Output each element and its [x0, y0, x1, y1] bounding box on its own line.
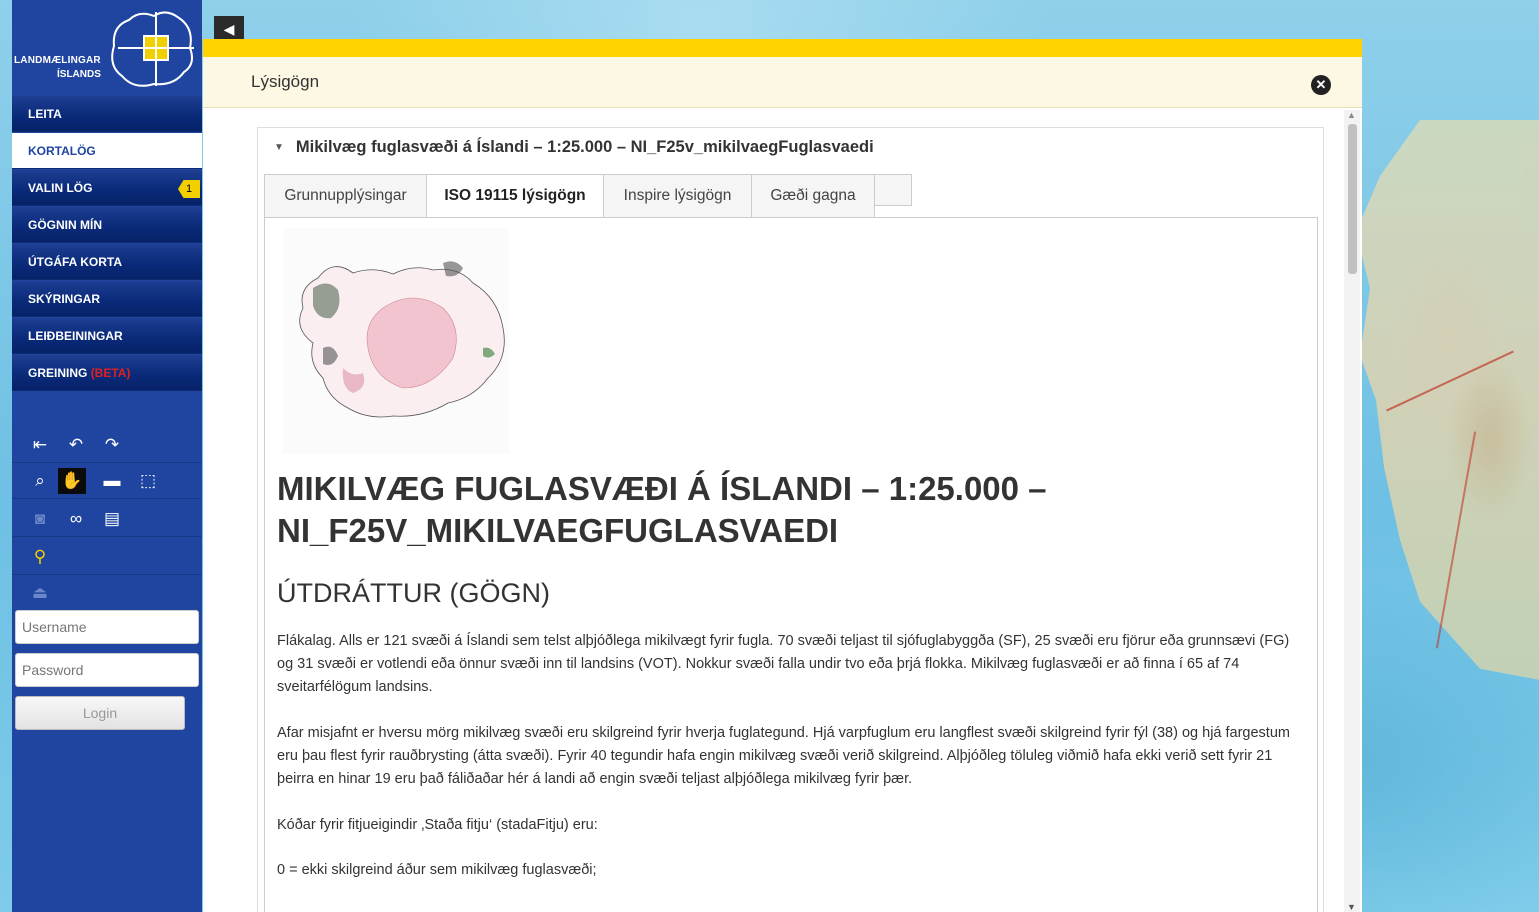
- nav-item-valin-log[interactable]: VALIN LÖG 1: [12, 170, 202, 206]
- scroll-up-icon[interactable]: ▲: [1347, 110, 1356, 120]
- measure-icon[interactable]: ▬: [98, 468, 126, 494]
- tool-row: ⏏: [12, 576, 202, 610]
- undo-icon[interactable]: ↶: [62, 432, 90, 458]
- nav-label: GREINING: [28, 366, 88, 380]
- location-arrow-icon[interactable]: ⚲: [26, 544, 54, 570]
- panel-heading-text: Mikilvæg fuglasvæði á Íslandi – 1:25.000…: [295, 138, 874, 156]
- zoom-extent-icon[interactable]: ⇤: [26, 432, 54, 458]
- abstract-paragraph: Kóðar fyrir fitjueigindir ‚Staða fitju‘ …: [277, 817, 598, 833]
- username-input[interactable]: [15, 610, 199, 644]
- caret-down-icon[interactable]: ▼: [274, 142, 284, 153]
- password-input[interactable]: [15, 653, 199, 687]
- count-badge: 1: [178, 180, 200, 198]
- panel-heading[interactable]: ▼ Mikilvæg fuglasvæði á Íslandi – 1:25.00…: [274, 138, 874, 157]
- scroll-down-icon[interactable]: ▼: [1347, 902, 1356, 912]
- tab-content: MIKILVÆG FUGLASVÆÐI Á ÍSLANDI – 1:25.000…: [264, 217, 1318, 912]
- redo-icon[interactable]: ↷: [98, 432, 126, 458]
- nav-label: LEIÐBEININGAR: [28, 329, 123, 343]
- select-box-icon[interactable]: ⬚: [134, 468, 162, 494]
- sidebar: LANDMÆLINGAR ÍSLANDS LEITA KORTALÖG VALI…: [12, 0, 202, 912]
- tool-row: ◙ ∞ ▤: [12, 502, 202, 537]
- beta-label: (BETA): [90, 366, 131, 380]
- scrollbar[interactable]: ▲ ▼: [1344, 110, 1360, 912]
- nav-item-gognin-min[interactable]: GÖGNIN MÍN: [12, 207, 202, 243]
- link-icon[interactable]: ∞: [62, 506, 90, 532]
- abstract-paragraph: Flákalag. Alls er 121 svæði á Íslandi se…: [277, 633, 1290, 695]
- nav-label: GÖGNIN MÍN: [28, 218, 102, 232]
- section-heading: ÚTDRÁTTUR (GÖGN): [277, 578, 550, 608]
- nav-item-utgafa-korta[interactable]: ÚTGÁFA KORTA: [12, 244, 202, 280]
- print-icon[interactable]: ▤: [98, 506, 126, 532]
- nav-label: KORTALÖG: [28, 144, 96, 158]
- logo-text: LANDMÆLINGAR: [14, 55, 101, 66]
- login-button[interactable]: Login: [15, 696, 185, 730]
- tab-grunnupplysingar[interactable]: Grunnupplýsingar: [264, 174, 427, 218]
- nav-item-greining[interactable]: GREINING (BETA): [12, 355, 202, 391]
- iceland-map-thumbnail: [299, 261, 505, 418]
- metadata-dialog: Lýsigögn ✕ ▲ ▼ ▼ Mikilvæg fuglasvæði á Ís…: [203, 39, 1362, 912]
- tab-iso-19115[interactable]: ISO 19115 lýsigögn: [426, 174, 604, 218]
- tab-gaedi-gagna[interactable]: Gæði gagna: [751, 174, 875, 218]
- dialog-title: Lýsigögn: [251, 72, 320, 91]
- scroll-thumb[interactable]: [1348, 124, 1357, 274]
- nav-item-leita[interactable]: LEITA: [12, 96, 202, 132]
- dataset-thumbnail: [283, 228, 509, 454]
- dataset-title: MIKILVÆG FUGLASVÆÐI Á ÍSLANDI – 1:25.000…: [277, 470, 1047, 549]
- nav-label: VALIN LÖG: [28, 181, 93, 195]
- nav-item-skyringar[interactable]: SKÝRINGAR: [12, 281, 202, 317]
- tab-empty[interactable]: [874, 174, 912, 206]
- pan-hand-icon[interactable]: ✋: [58, 468, 86, 494]
- tool-row: ⚲: [12, 540, 202, 575]
- nav-label: ÚTGÁFA KORTA: [28, 255, 122, 269]
- dialog-header: Lýsigögn ✕: [203, 57, 1362, 108]
- upload-icon[interactable]: ⏏: [26, 580, 54, 606]
- camera-icon[interactable]: ◙: [26, 506, 54, 532]
- logo-text: ÍSLANDS: [57, 69, 101, 80]
- nav-item-leidbeiningar[interactable]: LEIÐBEININGAR: [12, 318, 202, 354]
- logo-mark: [111, 11, 194, 87]
- tool-row: ⇤ ↶ ↷: [12, 428, 202, 463]
- nav-label: LEITA: [28, 107, 62, 121]
- nav-item-kortalog[interactable]: KORTALÖG: [12, 133, 202, 169]
- abstract-paragraph: Afar misjafnt er hversu mörg mikilvæg sv…: [277, 725, 1290, 787]
- tab-inspire[interactable]: Inspire lýsigögn: [603, 174, 752, 218]
- metadata-panel: ▼ Mikilvæg fuglasvæði á Íslandi – 1:25.00…: [257, 127, 1324, 912]
- tool-row: ⌕ ✋ ▬ ⬚: [12, 464, 202, 499]
- zoom-box-icon[interactable]: ⌕: [26, 468, 54, 494]
- close-icon[interactable]: ✕: [1311, 75, 1331, 95]
- nav-label: SKÝRINGAR: [28, 292, 101, 306]
- abstract-paragraph: 0 = ekki skilgreind áður sem mikilvæg fu…: [277, 862, 597, 878]
- logo[interactable]: LANDMÆLINGAR ÍSLANDS: [12, 0, 202, 96]
